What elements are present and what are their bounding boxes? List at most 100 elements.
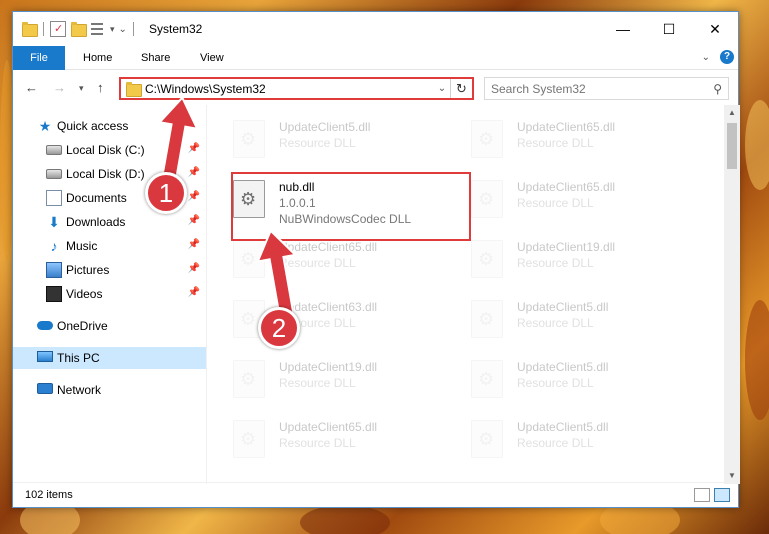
file-name: UpdateClient5.dll bbox=[279, 120, 371, 134]
tab-file[interactable]: File bbox=[13, 46, 65, 70]
step-badge-1: 1 bbox=[145, 172, 187, 214]
file-description: Resource DLL bbox=[517, 196, 594, 210]
list-item[interactable]: UpdateClient5.dll Resource DLL bbox=[457, 408, 687, 468]
scroll-up-icon[interactable]: ▲ bbox=[724, 105, 740, 121]
dll-file-icon bbox=[471, 180, 503, 218]
background-leaf bbox=[300, 505, 390, 534]
forward-icon[interactable]: → bbox=[53, 80, 66, 95]
back-icon[interactable]: ← bbox=[25, 80, 38, 95]
sidebar-item-pictures[interactable]: Pictures 📌 bbox=[13, 259, 206, 281]
pin-icon[interactable]: 📌 bbox=[188, 215, 200, 226]
pin-icon[interactable]: 📌 bbox=[188, 263, 200, 274]
file-description: Resource DLL bbox=[517, 136, 594, 150]
view-switcher bbox=[694, 488, 730, 502]
address-path[interactable]: C:\Windows\System32 bbox=[145, 82, 434, 96]
videos-icon bbox=[46, 286, 62, 302]
dll-file-icon bbox=[471, 300, 503, 338]
address-dropdown-icon[interactable]: ⌄ bbox=[434, 83, 450, 94]
file-description: Resource DLL bbox=[279, 376, 356, 390]
list-item[interactable]: UpdateClient63.dll Resource DLL bbox=[219, 288, 449, 348]
pin-icon[interactable]: 📌 bbox=[188, 239, 200, 250]
tab-home[interactable]: Home bbox=[83, 46, 112, 70]
folder-icon bbox=[125, 81, 142, 97]
list-item[interactable]: UpdateClient65.dll Resource DLL bbox=[219, 408, 449, 468]
list-item[interactable]: UpdateClient5.dll Resource DLL bbox=[457, 348, 687, 408]
file-name: UpdateClient19.dll bbox=[517, 240, 616, 254]
pictures-icon bbox=[46, 262, 62, 278]
customize-icon[interactable] bbox=[90, 21, 106, 37]
sidebar-item-music[interactable]: ♪ Music 📌 bbox=[13, 235, 206, 257]
drive-icon bbox=[46, 169, 62, 179]
music-icon: ♪ bbox=[50, 238, 58, 254]
file-name: UpdateClient5.dll bbox=[517, 300, 609, 314]
details-view-icon[interactable] bbox=[694, 488, 710, 502]
title-divider bbox=[132, 22, 134, 36]
sidebar-item-videos[interactable]: Videos 📌 bbox=[13, 283, 206, 305]
list-item[interactable]: UpdateClient19.dll Resource DLL bbox=[457, 228, 687, 288]
quick-access-toolbar: ✓ ▾ ⌄ bbox=[21, 21, 140, 37]
list-item[interactable]: UpdateClient65.dll Resource DLL bbox=[457, 108, 687, 168]
file-name: UpdateClient65.dll bbox=[279, 420, 378, 434]
this-pc-icon bbox=[37, 351, 53, 362]
new-folder-icon[interactable] bbox=[70, 21, 87, 37]
search-icon[interactable]: ⚲ bbox=[713, 82, 722, 96]
dll-file-icon bbox=[233, 420, 265, 458]
sidebar-item-network[interactable]: Network bbox=[13, 379, 206, 401]
search-input[interactable] bbox=[491, 81, 714, 96]
sidebar-item-downloads[interactable]: ⬇ Downloads 📌 bbox=[13, 211, 206, 233]
scroll-thumb[interactable] bbox=[727, 123, 737, 169]
onedrive-icon bbox=[37, 321, 53, 330]
file-description: Resource DLL bbox=[279, 436, 356, 450]
dll-file-icon bbox=[471, 120, 503, 158]
background-leaf bbox=[745, 300, 769, 420]
file-name: UpdateClient5.dll bbox=[517, 360, 609, 374]
sidebar-item-label: Pictures bbox=[66, 263, 110, 277]
vertical-scrollbar[interactable]: ▲ ▼ bbox=[724, 105, 740, 484]
dll-file-icon bbox=[471, 240, 503, 278]
sidebar-item-label: OneDrive bbox=[57, 319, 108, 333]
chevron-down-icon[interactable]: ▾ bbox=[110, 24, 115, 35]
sidebar-item-label: Downloads bbox=[66, 215, 126, 229]
refresh-icon[interactable]: ↻ bbox=[450, 79, 472, 98]
sidebar-item-this-pc[interactable]: This PC bbox=[13, 347, 206, 369]
dll-file-icon bbox=[471, 360, 503, 398]
ribbon: File Home Share View ⌄ ? bbox=[13, 46, 738, 70]
large-icons-view-icon[interactable] bbox=[714, 488, 730, 502]
maximize-button[interactable]: ☐ bbox=[646, 12, 692, 46]
file-name: UpdateClient65.dll bbox=[517, 180, 616, 194]
tab-view[interactable]: View bbox=[200, 46, 224, 70]
close-button[interactable]: ✕ bbox=[692, 12, 738, 46]
help-icon[interactable]: ? bbox=[720, 50, 734, 64]
file-description: Resource DLL bbox=[517, 376, 594, 390]
sidebar-item-onedrive[interactable]: OneDrive bbox=[13, 315, 206, 337]
search-box[interactable]: ⚲ bbox=[484, 77, 729, 100]
sidebar-item-label: Network bbox=[57, 383, 102, 397]
window-controls: — ☐ ✕ bbox=[600, 12, 738, 46]
list-item[interactable]: UpdateClient65.dll Resource DLL bbox=[457, 168, 687, 228]
item-count: 102 items bbox=[25, 489, 73, 501]
file-description: Resource DLL bbox=[517, 256, 594, 270]
quick-access-dropdown-icon[interactable]: ⌄ bbox=[119, 24, 127, 35]
up-icon[interactable]: ↑ bbox=[97, 80, 104, 95]
file-description: Resource DLL bbox=[517, 316, 594, 330]
file-name: UpdateClient5.dll bbox=[517, 420, 609, 434]
properties-icon[interactable]: ✓ bbox=[50, 21, 66, 37]
tab-share[interactable]: Share bbox=[141, 46, 170, 70]
file-description: Resource DLL bbox=[517, 436, 594, 450]
window-title: System32 bbox=[149, 22, 203, 36]
documents-icon bbox=[46, 190, 62, 206]
folder-icon[interactable] bbox=[21, 21, 38, 37]
pin-icon[interactable]: 📌 bbox=[188, 287, 200, 298]
toolbar-divider bbox=[43, 22, 44, 36]
list-item[interactable]: UpdateClient19.dll Resource DLL bbox=[219, 348, 449, 408]
minimize-button[interactable]: — bbox=[600, 12, 646, 46]
background-leaf bbox=[745, 100, 769, 190]
dll-file-icon bbox=[233, 120, 265, 158]
sidebar-item-label: Quick access bbox=[57, 119, 129, 133]
list-item[interactable]: UpdateClient5.dll Resource DLL bbox=[457, 288, 687, 348]
recent-locations-icon[interactable]: ▾ bbox=[79, 83, 84, 94]
expand-ribbon-icon[interactable]: ⌄ bbox=[702, 52, 710, 63]
ribbon-right-controls: ⌄ ? bbox=[702, 50, 734, 64]
list-item[interactable]: UpdateClient5.dll Resource DLL bbox=[219, 108, 449, 168]
dll-file-icon bbox=[471, 420, 503, 458]
